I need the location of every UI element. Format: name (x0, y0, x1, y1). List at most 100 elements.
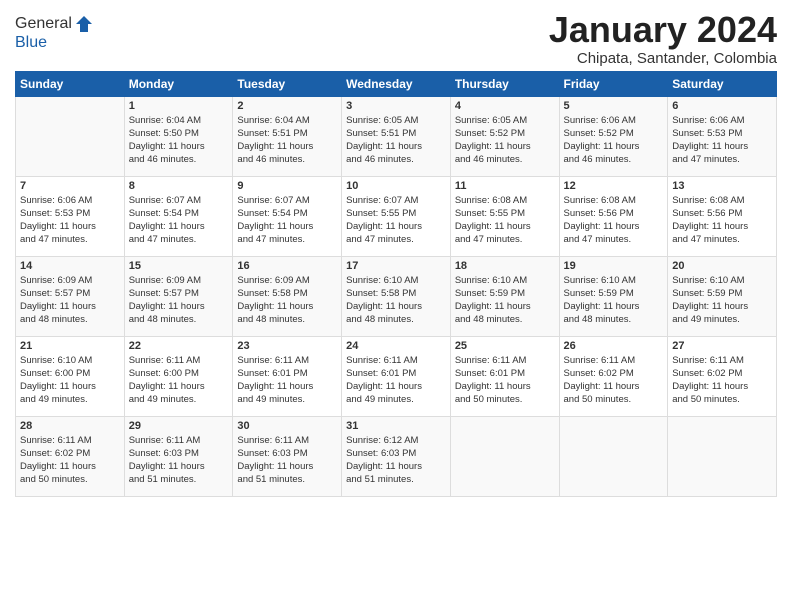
col-header-wednesday: Wednesday (342, 71, 451, 96)
day-info: Sunrise: 6:08 AMSunset: 5:56 PMDaylight:… (564, 194, 664, 247)
day-number: 16 (237, 260, 337, 272)
location: Chipata, Santander, Colombia (549, 50, 777, 67)
day-info: Sunrise: 6:07 AMSunset: 5:55 PMDaylight:… (346, 194, 446, 247)
day-info: Sunrise: 6:11 AMSunset: 6:02 PMDaylight:… (564, 354, 664, 407)
day-info: Sunrise: 6:06 AMSunset: 5:52 PMDaylight:… (564, 114, 664, 167)
col-header-saturday: Saturday (668, 71, 777, 96)
day-cell: 1 Sunrise: 6:04 AMSunset: 5:50 PMDaylight… (124, 96, 233, 176)
day-info: Sunrise: 6:09 AMSunset: 5:57 PMDaylight:… (129, 274, 229, 327)
day-number: 19 (564, 260, 664, 272)
day-info: Sunrise: 6:10 AMSunset: 5:58 PMDaylight:… (346, 274, 446, 327)
day-cell: 5 Sunrise: 6:06 AMSunset: 5:52 PMDaylight… (559, 96, 668, 176)
day-info: Sunrise: 6:12 AMSunset: 6:03 PMDaylight:… (346, 434, 446, 487)
week-row-3: 14Sunrise: 6:09 AMSunset: 5:57 PMDayligh… (16, 256, 777, 336)
header-row: SundayMondayTuesdayWednesdayThursdayFrid… (16, 71, 777, 96)
day-info: Sunrise: 6:04 AMSunset: 5:50 PMDaylight:… (129, 114, 229, 167)
day-cell: 3Sunrise: 6:05 AMSunset: 5:51 PMDaylight… (342, 96, 451, 176)
day-info: Sunrise: 6:06 AMSunset: 5:53 PMDaylight:… (20, 194, 120, 247)
day-number: 13 (672, 180, 772, 192)
week-row-5: 28 Sunrise: 6:11 AMSunset: 6:02 PMDayligh… (16, 416, 777, 496)
logo-blue-text: Blue (15, 34, 94, 52)
logo: General Blue (15, 14, 94, 52)
day-cell: 21 Sunrise: 6:10 AMSunset: 6:00 PMDayligh… (16, 336, 125, 416)
day-number: 9 (237, 180, 337, 192)
day-cell (668, 416, 777, 496)
day-number: 7 (20, 180, 120, 192)
col-header-sunday: Sunday (16, 71, 125, 96)
day-cell: 14Sunrise: 6:09 AMSunset: 5:57 PMDayligh… (16, 256, 125, 336)
calendar-table: SundayMondayTuesdayWednesdayThursdayFrid… (15, 71, 777, 497)
day-info: Sunrise: 6:11 AMSunset: 6:03 PMDaylight:… (129, 434, 229, 487)
day-cell: 25Sunrise: 6:11 AMSunset: 6:01 PMDayligh… (450, 336, 559, 416)
day-info: Sunrise: 6:10 AMSunset: 5:59 PMDaylight:… (455, 274, 555, 327)
day-number: 3 (346, 100, 446, 112)
week-row-1: 1 Sunrise: 6:04 AMSunset: 5:50 PMDaylight… (16, 96, 777, 176)
logo-general-text: General (15, 15, 72, 33)
day-cell (559, 416, 668, 496)
day-cell: 29Sunrise: 6:11 AMSunset: 6:03 PMDayligh… (124, 416, 233, 496)
day-info: Sunrise: 6:09 AMSunset: 5:58 PMDaylight:… (237, 274, 337, 327)
day-cell: 31 Sunrise: 6:12 AMSunset: 6:03 PMDayligh… (342, 416, 451, 496)
day-cell: 9 Sunrise: 6:07 AMSunset: 5:54 PMDaylight… (233, 176, 342, 256)
day-number: 26 (564, 340, 664, 352)
day-number: 22 (129, 340, 229, 352)
day-info: Sunrise: 6:10 AMSunset: 6:00 PMDaylight:… (20, 354, 120, 407)
day-cell: 30Sunrise: 6:11 AMSunset: 6:03 PMDayligh… (233, 416, 342, 496)
header: General Blue January 2024 Chipata, Santa… (15, 10, 777, 67)
day-info: Sunrise: 6:10 AMSunset: 5:59 PMDaylight:… (564, 274, 664, 327)
col-header-friday: Friday (559, 71, 668, 96)
day-cell: 8Sunrise: 6:07 AMSunset: 5:54 PMDaylight… (124, 176, 233, 256)
day-info: Sunrise: 6:04 AMSunset: 5:51 PMDaylight:… (237, 114, 337, 167)
day-cell: 19 Sunrise: 6:10 AMSunset: 5:59 PMDayligh… (559, 256, 668, 336)
day-number: 28 (20, 420, 120, 432)
day-cell: 24 Sunrise: 6:11 AMSunset: 6:01 PMDayligh… (342, 336, 451, 416)
day-cell (16, 96, 125, 176)
day-info: Sunrise: 6:09 AMSunset: 5:57 PMDaylight:… (20, 274, 120, 327)
day-info: Sunrise: 6:11 AMSunset: 6:02 PMDaylight:… (20, 434, 120, 487)
day-number: 24 (346, 340, 446, 352)
day-cell: 22Sunrise: 6:11 AMSunset: 6:00 PMDayligh… (124, 336, 233, 416)
day-cell: 23 Sunrise: 6:11 AMSunset: 6:01 PMDayligh… (233, 336, 342, 416)
page-container: General Blue January 2024 Chipata, Santa… (0, 0, 792, 507)
day-number: 23 (237, 340, 337, 352)
day-cell: 6 Sunrise: 6:06 AMSunset: 5:53 PMDaylight… (668, 96, 777, 176)
logo-icon (74, 14, 94, 34)
day-cell: 10 Sunrise: 6:07 AMSunset: 5:55 PMDayligh… (342, 176, 451, 256)
day-number: 5 (564, 100, 664, 112)
col-header-thursday: Thursday (450, 71, 559, 96)
day-info: Sunrise: 6:11 AMSunset: 6:01 PMDaylight:… (346, 354, 446, 407)
day-number: 18 (455, 260, 555, 272)
day-cell: 26 Sunrise: 6:11 AMSunset: 6:02 PMDayligh… (559, 336, 668, 416)
day-cell: 17Sunrise: 6:10 AMSunset: 5:58 PMDayligh… (342, 256, 451, 336)
day-cell: 20 Sunrise: 6:10 AMSunset: 5:59 PMDayligh… (668, 256, 777, 336)
col-header-monday: Monday (124, 71, 233, 96)
day-info: Sunrise: 6:06 AMSunset: 5:53 PMDaylight:… (672, 114, 772, 167)
day-cell: 7 Sunrise: 6:06 AMSunset: 5:53 PMDaylight… (16, 176, 125, 256)
day-cell: 27 Sunrise: 6:11 AMSunset: 6:02 PMDayligh… (668, 336, 777, 416)
day-cell: 28 Sunrise: 6:11 AMSunset: 6:02 PMDayligh… (16, 416, 125, 496)
day-info: Sunrise: 6:11 AMSunset: 6:01 PMDaylight:… (237, 354, 337, 407)
day-info: Sunrise: 6:10 AMSunset: 5:59 PMDaylight:… (672, 274, 772, 327)
day-number: 1 (129, 100, 229, 112)
day-cell: 12Sunrise: 6:08 AMSunset: 5:56 PMDayligh… (559, 176, 668, 256)
day-cell: 2 Sunrise: 6:04 AMSunset: 5:51 PMDaylight… (233, 96, 342, 176)
day-cell: 16 Sunrise: 6:09 AMSunset: 5:58 PMDayligh… (233, 256, 342, 336)
day-cell: 11Sunrise: 6:08 AMSunset: 5:55 PMDayligh… (450, 176, 559, 256)
day-number: 15 (129, 260, 229, 272)
day-number: 27 (672, 340, 772, 352)
day-number: 4 (455, 100, 555, 112)
day-number: 31 (346, 420, 446, 432)
day-number: 21 (20, 340, 120, 352)
day-cell (450, 416, 559, 496)
day-cell: 13Sunrise: 6:08 AMSunset: 5:56 PMDayligh… (668, 176, 777, 256)
day-cell: 15 Sunrise: 6:09 AMSunset: 5:57 PMDayligh… (124, 256, 233, 336)
day-cell: 4Sunrise: 6:05 AMSunset: 5:52 PMDaylight… (450, 96, 559, 176)
day-number: 2 (237, 100, 337, 112)
day-info: Sunrise: 6:07 AMSunset: 5:54 PMDaylight:… (237, 194, 337, 247)
day-info: Sunrise: 6:11 AMSunset: 6:02 PMDaylight:… (672, 354, 772, 407)
day-number: 6 (672, 100, 772, 112)
day-number: 20 (672, 260, 772, 272)
day-number: 8 (129, 180, 229, 192)
day-number: 10 (346, 180, 446, 192)
week-row-2: 7 Sunrise: 6:06 AMSunset: 5:53 PMDaylight… (16, 176, 777, 256)
